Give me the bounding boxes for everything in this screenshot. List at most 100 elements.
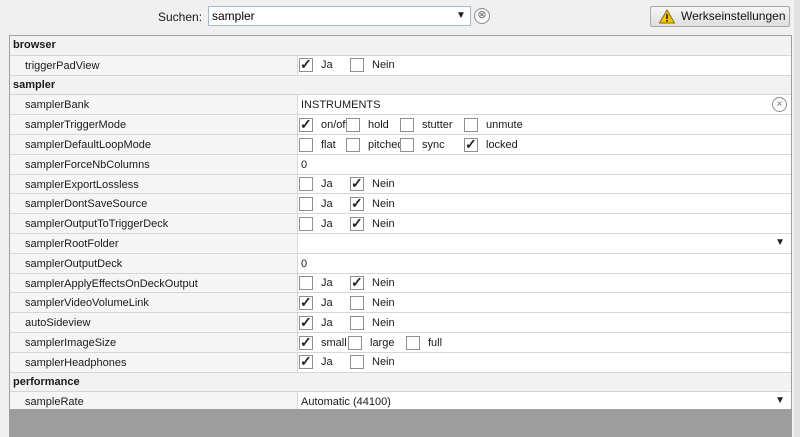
option-label: Nein (372, 178, 395, 191)
checkbox[interactable]: ✓ (299, 56, 313, 73)
setting-text-value[interactable]: INSTRUMENTS (301, 99, 380, 111)
checkmark-icon: ✓ (300, 293, 312, 310)
setting-row: samplerHeadphones ✓ Ja Nein (10, 352, 791, 373)
setting-row: sampleRate Automatic (44100) ▼ (10, 392, 791, 409)
settings-grid: browser triggerPadView ✓ Ja Nein sampler sampl… (9, 35, 792, 410)
checkbox[interactable]: ✓ (350, 274, 364, 291)
setting-name: samplerDefaultLoopMode (25, 139, 151, 151)
option-label: Ja (321, 356, 333, 369)
search-label: Suchen: (158, 10, 203, 24)
checkbox[interactable]: ✓ (299, 116, 313, 132)
option-checkbox[interactable]: ✓ Ja (299, 353, 333, 370)
footer-bar (9, 410, 792, 437)
setting-value-cell[interactable]: INSTRUMENTS × (299, 95, 791, 114)
option-checkbox[interactable]: ✓ Nein (350, 214, 395, 231)
option-checkbox[interactable]: ✓ Nein (350, 175, 395, 192)
chevron-down-icon[interactable]: ▼ (456, 10, 466, 22)
checkbox[interactable]: ✓ (464, 136, 478, 152)
checkbox[interactable] (400, 117, 414, 132)
checkbox[interactable]: ✓ (350, 175, 364, 192)
setting-value-cell[interactable]: 0 (299, 254, 791, 273)
option-checkbox[interactable]: pitched (346, 137, 403, 152)
option-checkbox[interactable]: sync (400, 137, 445, 152)
option-checkbox[interactable]: full (406, 335, 442, 350)
window-edge (794, 0, 800, 437)
checkbox[interactable] (350, 295, 364, 310)
option-checkbox[interactable]: ✓ Ja (299, 293, 333, 310)
checkbox[interactable] (350, 58, 364, 73)
setting-row: samplerRootFolder ▼ (10, 234, 791, 254)
chevron-down-icon[interactable]: ▼ (775, 395, 785, 406)
setting-text-value[interactable]: 0 (301, 258, 307, 270)
checkbox[interactable]: ✓ (350, 214, 364, 231)
checkbox[interactable]: ✓ (350, 195, 364, 211)
option-checkbox[interactable]: ✓ Nein (350, 274, 395, 291)
checkbox[interactable] (348, 335, 362, 350)
setting-name-cell: samplerExportLossless (10, 174, 298, 194)
setting-name: triggerPadView (25, 59, 100, 72)
option-checkbox[interactable]: ✓ on/off (299, 116, 348, 132)
setting-name-cell: samplerForceNbColumns (10, 154, 298, 174)
search-combobox[interactable]: ▼ (208, 6, 471, 26)
option-checkbox[interactable]: Nein (350, 315, 395, 330)
checkmark-icon: ✓ (351, 214, 363, 231)
setting-name-cell: autoSideview (10, 313, 298, 332)
setting-name-cell: samplerApplyEffectsOnDeckOutput (10, 273, 298, 293)
option-label: Ja (321, 316, 333, 329)
setting-name: samplerExportLossless (25, 178, 139, 191)
setting-value-cell[interactable]: ▼ (299, 234, 791, 253)
setting-value-cell[interactable]: Automatic (44100) ▼ (299, 392, 791, 409)
option-checkbox[interactable]: Ja (299, 196, 333, 211)
checkbox[interactable]: ✓ (299, 313, 313, 330)
option-checkbox[interactable]: large (348, 335, 394, 350)
option-checkbox[interactable]: unmute (464, 117, 523, 132)
option-checkbox[interactable]: Nein (350, 355, 395, 370)
option-checkbox[interactable]: Ja (299, 177, 333, 192)
option-checkbox[interactable]: Nein (350, 58, 395, 73)
checkbox[interactable] (299, 177, 313, 192)
setting-name: samplerForceNbColumns (25, 158, 150, 171)
clear-value-icon[interactable]: × (772, 97, 787, 113)
option-checkbox[interactable]: ✓ Ja (299, 56, 333, 73)
section-title: sampler (13, 78, 56, 91)
checkbox[interactable] (350, 315, 364, 330)
checkbox[interactable] (299, 196, 313, 211)
setting-name-cell: samplerHeadphones (10, 352, 298, 372)
option-checkbox[interactable]: ✓ locked (464, 136, 518, 152)
setting-name-cell: samplerImageSize (10, 333, 298, 352)
option-checkbox[interactable]: Ja (299, 276, 333, 291)
search-input[interactable] (212, 8, 450, 24)
checkbox[interactable] (299, 276, 313, 291)
checkbox[interactable] (299, 216, 313, 231)
option-checkbox[interactable]: hold (346, 117, 389, 132)
option-checkbox[interactable]: Nein (350, 295, 395, 310)
checkbox[interactable] (400, 137, 414, 152)
option-checkbox[interactable]: flat (299, 137, 336, 152)
checkbox[interactable]: ✓ (299, 293, 313, 310)
checkmark-icon: ✓ (300, 313, 312, 330)
checkbox[interactable] (350, 355, 364, 370)
checkbox[interactable]: ✓ (299, 334, 313, 350)
setting-text-value[interactable]: 0 (301, 159, 307, 171)
reset-defaults-button[interactable]: Werkseinstellungen (650, 6, 790, 27)
setting-value-cell: Ja ✓ Nein (299, 194, 791, 213)
setting-name: samplerDontSaveSource (25, 198, 148, 211)
setting-row: autoSideview ✓ Ja Nein (10, 313, 791, 333)
option-checkbox[interactable]: stutter (400, 117, 453, 132)
setting-value-cell[interactable]: 0 (299, 155, 791, 174)
chevron-down-icon[interactable]: ▼ (775, 237, 785, 248)
checkbox[interactable] (406, 335, 420, 350)
option-checkbox[interactable]: ✓ Nein (350, 195, 395, 211)
checkbox[interactable] (346, 137, 360, 152)
option-label: flat (321, 138, 336, 151)
setting-select-value[interactable]: Automatic (44100) (301, 396, 391, 408)
checkbox[interactable]: ✓ (299, 353, 313, 370)
checkbox[interactable] (299, 137, 313, 152)
option-checkbox[interactable]: ✓ Ja (299, 313, 333, 330)
checkbox[interactable] (464, 117, 478, 132)
clear-search-icon[interactable]: ⊗ (474, 8, 490, 24)
option-checkbox[interactable]: Ja (299, 216, 333, 231)
checkbox[interactable] (346, 117, 360, 132)
option-checkbox[interactable]: ✓ small (299, 334, 347, 350)
option-label: sync (422, 138, 445, 151)
